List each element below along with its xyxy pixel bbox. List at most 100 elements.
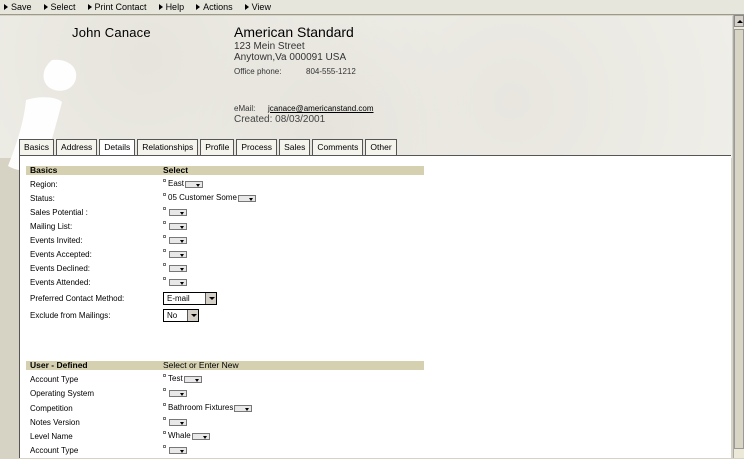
tab-details[interactable]: Details [99,139,136,155]
tab-other[interactable]: Other [365,139,397,155]
account-type-label: Account Type [30,375,79,384]
pin-icon [163,417,166,420]
pin-icon [163,249,166,252]
events-declined-select[interactable] [163,261,187,273]
region-label: Region: [30,180,58,189]
events-declined-label: Events Declined: [30,264,91,273]
arrow-right-icon [43,4,48,10]
events-invited-label: Events Invited: [30,236,83,245]
events-invited-select[interactable] [163,233,187,245]
tab-sales[interactable]: Sales [279,139,311,155]
save-button[interactable]: Save [4,2,32,12]
chevron-down-icon[interactable] [169,264,187,272]
view-button[interactable]: View [244,2,271,12]
contact-name: John Canace [72,25,151,40]
phone-label: Office phone: [234,67,282,76]
tab-basics[interactable]: Basics [19,139,55,155]
chevron-down-icon[interactable] [187,310,198,321]
toolbar: Save Select Print Contact Help Actions V… [0,0,744,15]
pin-icon [163,374,166,377]
tab-profile[interactable]: Profile [200,139,235,155]
tab-comments[interactable]: Comments [312,139,364,155]
chevron-down-icon[interactable] [169,418,187,426]
pin-icon [163,193,166,196]
help-button[interactable]: Help [158,2,184,12]
events-accepted-select[interactable] [163,247,187,259]
basics-header-title: Basics [30,165,58,175]
pin-icon [163,235,166,238]
mailing-list-select[interactable] [163,219,187,231]
user-defined-header-select: Select or Enter New [163,360,239,370]
pin-icon [163,445,166,448]
details-panel: Basics Select Region: East Status: 05 Cu… [19,155,731,458]
chevron-down-icon[interactable] [191,432,210,440]
chevron-down-icon[interactable] [169,278,187,286]
exclude-mailings-label: Exclude from Mailings: [30,311,111,320]
mailing-list-label: Mailing List: [30,222,73,231]
vertical-scrollbar[interactable] [733,15,744,458]
operating-system-select[interactable] [163,386,187,398]
account-type-2-label: Account Type [30,446,79,455]
notes-version-select[interactable] [163,415,187,427]
email-label: eMail: [234,104,256,113]
chevron-down-icon[interactable] [169,250,187,258]
chevron-down-icon[interactable] [169,236,187,244]
chevron-down-icon[interactable] [234,404,253,412]
save-label: Save [11,2,32,12]
tab-process[interactable]: Process [236,139,278,155]
chevron-down-icon[interactable] [169,446,187,454]
preferred-contact-label: Preferred Contact Method: [30,294,125,303]
pin-icon [163,277,166,280]
status-select[interactable]: 05 Customer Some [163,191,256,203]
exclude-mailings-value: No [167,311,178,320]
view-label: View [251,2,271,12]
exclude-mailings-select[interactable]: No [163,309,199,322]
arrow-right-icon [244,4,249,10]
chevron-down-icon[interactable] [205,293,216,304]
events-attended-select[interactable] [163,275,187,287]
account-type-select[interactable]: Test [163,372,202,384]
actions-label: Actions [203,2,233,12]
preferred-contact-select[interactable]: E-mail [163,292,217,305]
sales-potential-select[interactable] [163,205,187,217]
chevron-down-icon[interactable] [237,194,256,202]
sales-potential-label: Sales Potential : [30,208,88,217]
pin-icon [163,431,166,434]
region-select[interactable]: East [163,177,204,189]
competition-value: Bathroom Fixtures [168,402,234,412]
chevron-down-icon[interactable] [185,180,204,188]
print-contact-button[interactable]: Print Contact [87,2,147,12]
select-button[interactable]: Select [43,2,76,12]
tab-relationships[interactable]: Relationships [137,139,199,155]
tab-address[interactable]: Address [56,139,98,155]
pin-icon [163,179,166,182]
competition-select[interactable]: Bathroom Fixtures [163,401,253,413]
status-value: 05 Customer Some [168,192,237,202]
created-date: Created: 08/03/2001 [234,114,326,125]
account-type-2-select[interactable] [163,443,187,455]
preferred-contact-value: E-mail [167,294,190,303]
arrow-right-icon [87,4,92,10]
chevron-down-icon[interactable] [183,375,202,383]
competition-label: Competition [30,404,73,413]
arrow-right-icon [4,4,8,10]
chevron-down-icon[interactable] [169,222,187,230]
address-line-2: Anytown,Va 000091 USA [234,52,347,63]
actions-button[interactable]: Actions [196,2,233,12]
chevron-down-icon[interactable] [169,389,187,397]
basics-section-header: Basics Select [26,166,424,175]
pin-icon [163,403,166,406]
level-name-select[interactable]: Whale [163,429,210,441]
arrow-right-icon [196,4,201,10]
level-name-label: Level Name [30,432,73,441]
chevron-down-icon[interactable] [169,208,187,216]
pin-icon [163,388,166,391]
scroll-thumb[interactable] [734,29,744,449]
region-value: East [168,178,185,188]
email-link[interactable]: jcanace@americanstand.com [268,104,374,113]
account-type-value: Test [168,373,183,383]
address-line-1: 123 Mein Street [234,41,305,52]
select-label: Select [50,2,76,12]
tab-bar: Basics Address Details Relationships Pro… [19,139,399,155]
scroll-up-icon[interactable] [734,15,744,27]
